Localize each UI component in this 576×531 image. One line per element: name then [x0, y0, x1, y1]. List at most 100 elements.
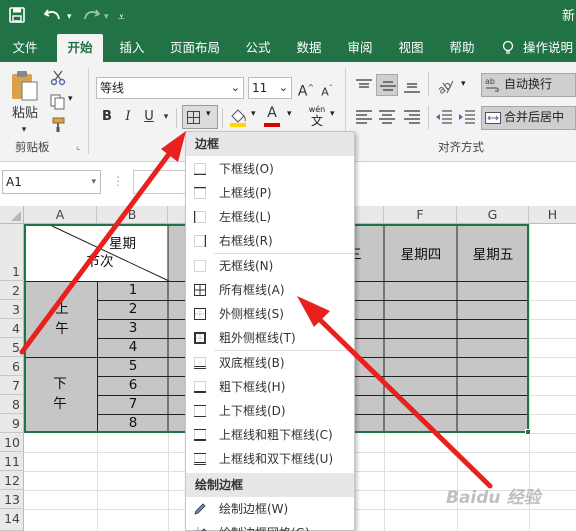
menu-item-draw-border[interactable]: 绘制边框(W): [186, 497, 354, 521]
orientation-icon[interactable]: ab: [435, 77, 455, 98]
morning-label: 上 午: [52, 299, 72, 339]
dialog-launcher-icon[interactable]: ⌞: [76, 142, 80, 152]
top-thick-bottom-border-icon: [194, 429, 206, 441]
menu-item-label: 上框线和粗下框线(C): [219, 428, 333, 442]
align-left-icon[interactable]: [355, 109, 373, 128]
tab-file[interactable]: 文件: [4, 34, 46, 62]
borders-menu: 边框 下框线(O) 上框线(P) 左框线(L) 右框线(R) 无框线(N) 所有…: [185, 131, 355, 531]
menu-item-all-borders[interactable]: 所有框线(A): [186, 278, 354, 302]
phonetic-button[interactable]: wén 文: [305, 105, 329, 128]
middle-align-icon: [380, 81, 396, 91]
tab-page-layout[interactable]: 页面布局: [164, 34, 226, 62]
fill-handle[interactable]: [525, 429, 531, 435]
tab-tell-me[interactable]: 操作说明: [523, 34, 576, 62]
underline-dropdown-icon[interactable]: ▾: [160, 107, 172, 127]
format-painter-icon[interactable]: [50, 117, 66, 136]
top-align-icon[interactable]: [355, 78, 373, 97]
save-icon[interactable]: [9, 7, 25, 27]
paste-icon[interactable]: [10, 70, 40, 105]
menu-item-top-thick-bottom-border[interactable]: 上框线和粗下框线(C): [186, 423, 354, 447]
menu-item-top-border[interactable]: 上框线(P): [186, 181, 354, 205]
font-size-value: 11: [252, 81, 268, 95]
underline-button[interactable]: U: [141, 107, 157, 127]
divider: [176, 108, 177, 128]
menu-item-double-bottom-border[interactable]: 双底框线(B): [186, 351, 354, 375]
top-border-icon: [194, 187, 206, 199]
menu-item-left-border[interactable]: 左框线(L): [186, 205, 354, 229]
tab-review[interactable]: 审阅: [341, 34, 379, 62]
font-color-button[interactable]: A: [263, 103, 281, 127]
redo-dropdown-icon[interactable]: ▾: [104, 7, 109, 27]
font-size-combo[interactable]: 11 ⌄: [248, 77, 292, 99]
baidu-watermark: Baidu 经验: [446, 488, 541, 508]
name-box-dropdown-icon[interactable]: ▾: [91, 171, 96, 193]
middle-align-button[interactable]: [376, 74, 398, 96]
merge-cells-icon: [485, 110, 501, 129]
title-bar: ▾ ▾ ⩡ 新: [0, 0, 576, 34]
undo-icon[interactable]: [43, 7, 62, 27]
menu-item-right-border[interactable]: 右框线(R): [186, 229, 354, 253]
tab-data[interactable]: 数据: [290, 34, 328, 62]
font-color-glyph: A: [267, 105, 277, 121]
font-name-combo[interactable]: 等线 ⌄: [96, 77, 244, 99]
phonetic-dropdown-icon[interactable]: ▾: [330, 109, 335, 119]
tab-view[interactable]: 视图: [392, 34, 430, 62]
merge-center-button[interactable]: 合并后居中: [481, 106, 576, 130]
borders-dropdown-icon[interactable]: ▾: [206, 109, 211, 119]
afternoon-char-2: 午: [53, 396, 67, 412]
menu-item-label: 上框线和双下框线(U): [219, 452, 334, 466]
thick-outside-borders-icon: [194, 332, 206, 344]
menu-item-top-bottom-border[interactable]: 上下框线(D): [186, 399, 354, 423]
menu-item-thick-outside-borders[interactable]: 粗外侧框线(T): [186, 326, 354, 350]
ribbon-tabs: 文件 开始 插入 页面布局 公式 数据 审阅 视图 帮助 操作说明: [0, 34, 576, 62]
copy-icon[interactable]: [50, 94, 66, 113]
weekday-thursday: 星期四: [400, 247, 442, 263]
decrease-indent-icon[interactable]: [435, 109, 453, 128]
chevron-down-icon[interactable]: ⌄: [279, 78, 288, 98]
chevron-down-icon[interactable]: ⌄: [231, 78, 240, 98]
tab-home[interactable]: 开始: [57, 34, 103, 62]
menu-item-label: 粗下框线(H): [219, 380, 286, 394]
menu-item-draw-border-grid[interactable]: 绘制边框网格(G): [186, 521, 354, 531]
tab-formulas[interactable]: 公式: [240, 34, 276, 62]
borders-menu-header: 边框: [186, 132, 354, 156]
copy-dropdown-icon[interactable]: ▾: [68, 94, 73, 104]
font-color-dropdown-icon[interactable]: ▾: [287, 109, 292, 119]
menu-item-outside-borders[interactable]: 外侧框线(S): [186, 302, 354, 326]
menu-item-no-border[interactable]: 无框线(N): [186, 254, 354, 278]
afternoon-label: 下 午: [50, 374, 70, 414]
morning-char-1: 上: [55, 301, 69, 317]
menu-item-label: 左框线(L): [219, 210, 272, 224]
undo-dropdown-icon[interactable]: ▾: [67, 7, 72, 27]
name-box[interactable]: A1 ▾: [2, 170, 101, 194]
pencil-icon: [194, 503, 206, 515]
fill-color-dropdown-icon[interactable]: ▾: [251, 109, 256, 119]
bold-button[interactable]: B: [99, 107, 115, 127]
menu-item-thick-bottom-border[interactable]: 粗下框线(H): [186, 375, 354, 399]
wrap-text-button[interactable]: ab 自动换行: [481, 73, 576, 97]
cut-icon[interactable]: [50, 70, 66, 89]
phonetic-char: 文: [310, 114, 323, 128]
paste-dropdown-icon[interactable]: ▾: [17, 120, 31, 140]
font-grow-button[interactable]: A^: [297, 78, 315, 102]
menu-item-top-double-bottom-border[interactable]: 上框线和双下框线(U): [186, 447, 354, 471]
italic-button[interactable]: I: [120, 107, 136, 127]
align-right-icon[interactable]: [403, 109, 421, 128]
formula-input[interactable]: [133, 170, 193, 194]
align-center-icon[interactable]: [378, 109, 396, 128]
customize-toolbar-icon[interactable]: ⩡: [118, 7, 125, 27]
period-3: 3: [128, 320, 138, 336]
header-weekday-label: 星期: [109, 236, 136, 252]
orientation-dropdown-icon[interactable]: ▾: [461, 79, 466, 89]
double-bottom-border-icon: [194, 357, 206, 369]
font-shrink-button[interactable]: Aˇ: [319, 79, 335, 103]
borders-button[interactable]: ▾: [182, 105, 218, 129]
period-6: 6: [128, 377, 138, 393]
tab-insert[interactable]: 插入: [113, 34, 151, 62]
tab-help[interactable]: 帮助: [443, 34, 481, 62]
menu-item-bottom-border[interactable]: 下框线(O): [186, 157, 354, 181]
bottom-align-icon[interactable]: [403, 78, 421, 97]
redo-icon[interactable]: [82, 7, 101, 27]
fill-color-icon[interactable]: [229, 107, 247, 130]
increase-indent-icon[interactable]: [458, 109, 476, 128]
